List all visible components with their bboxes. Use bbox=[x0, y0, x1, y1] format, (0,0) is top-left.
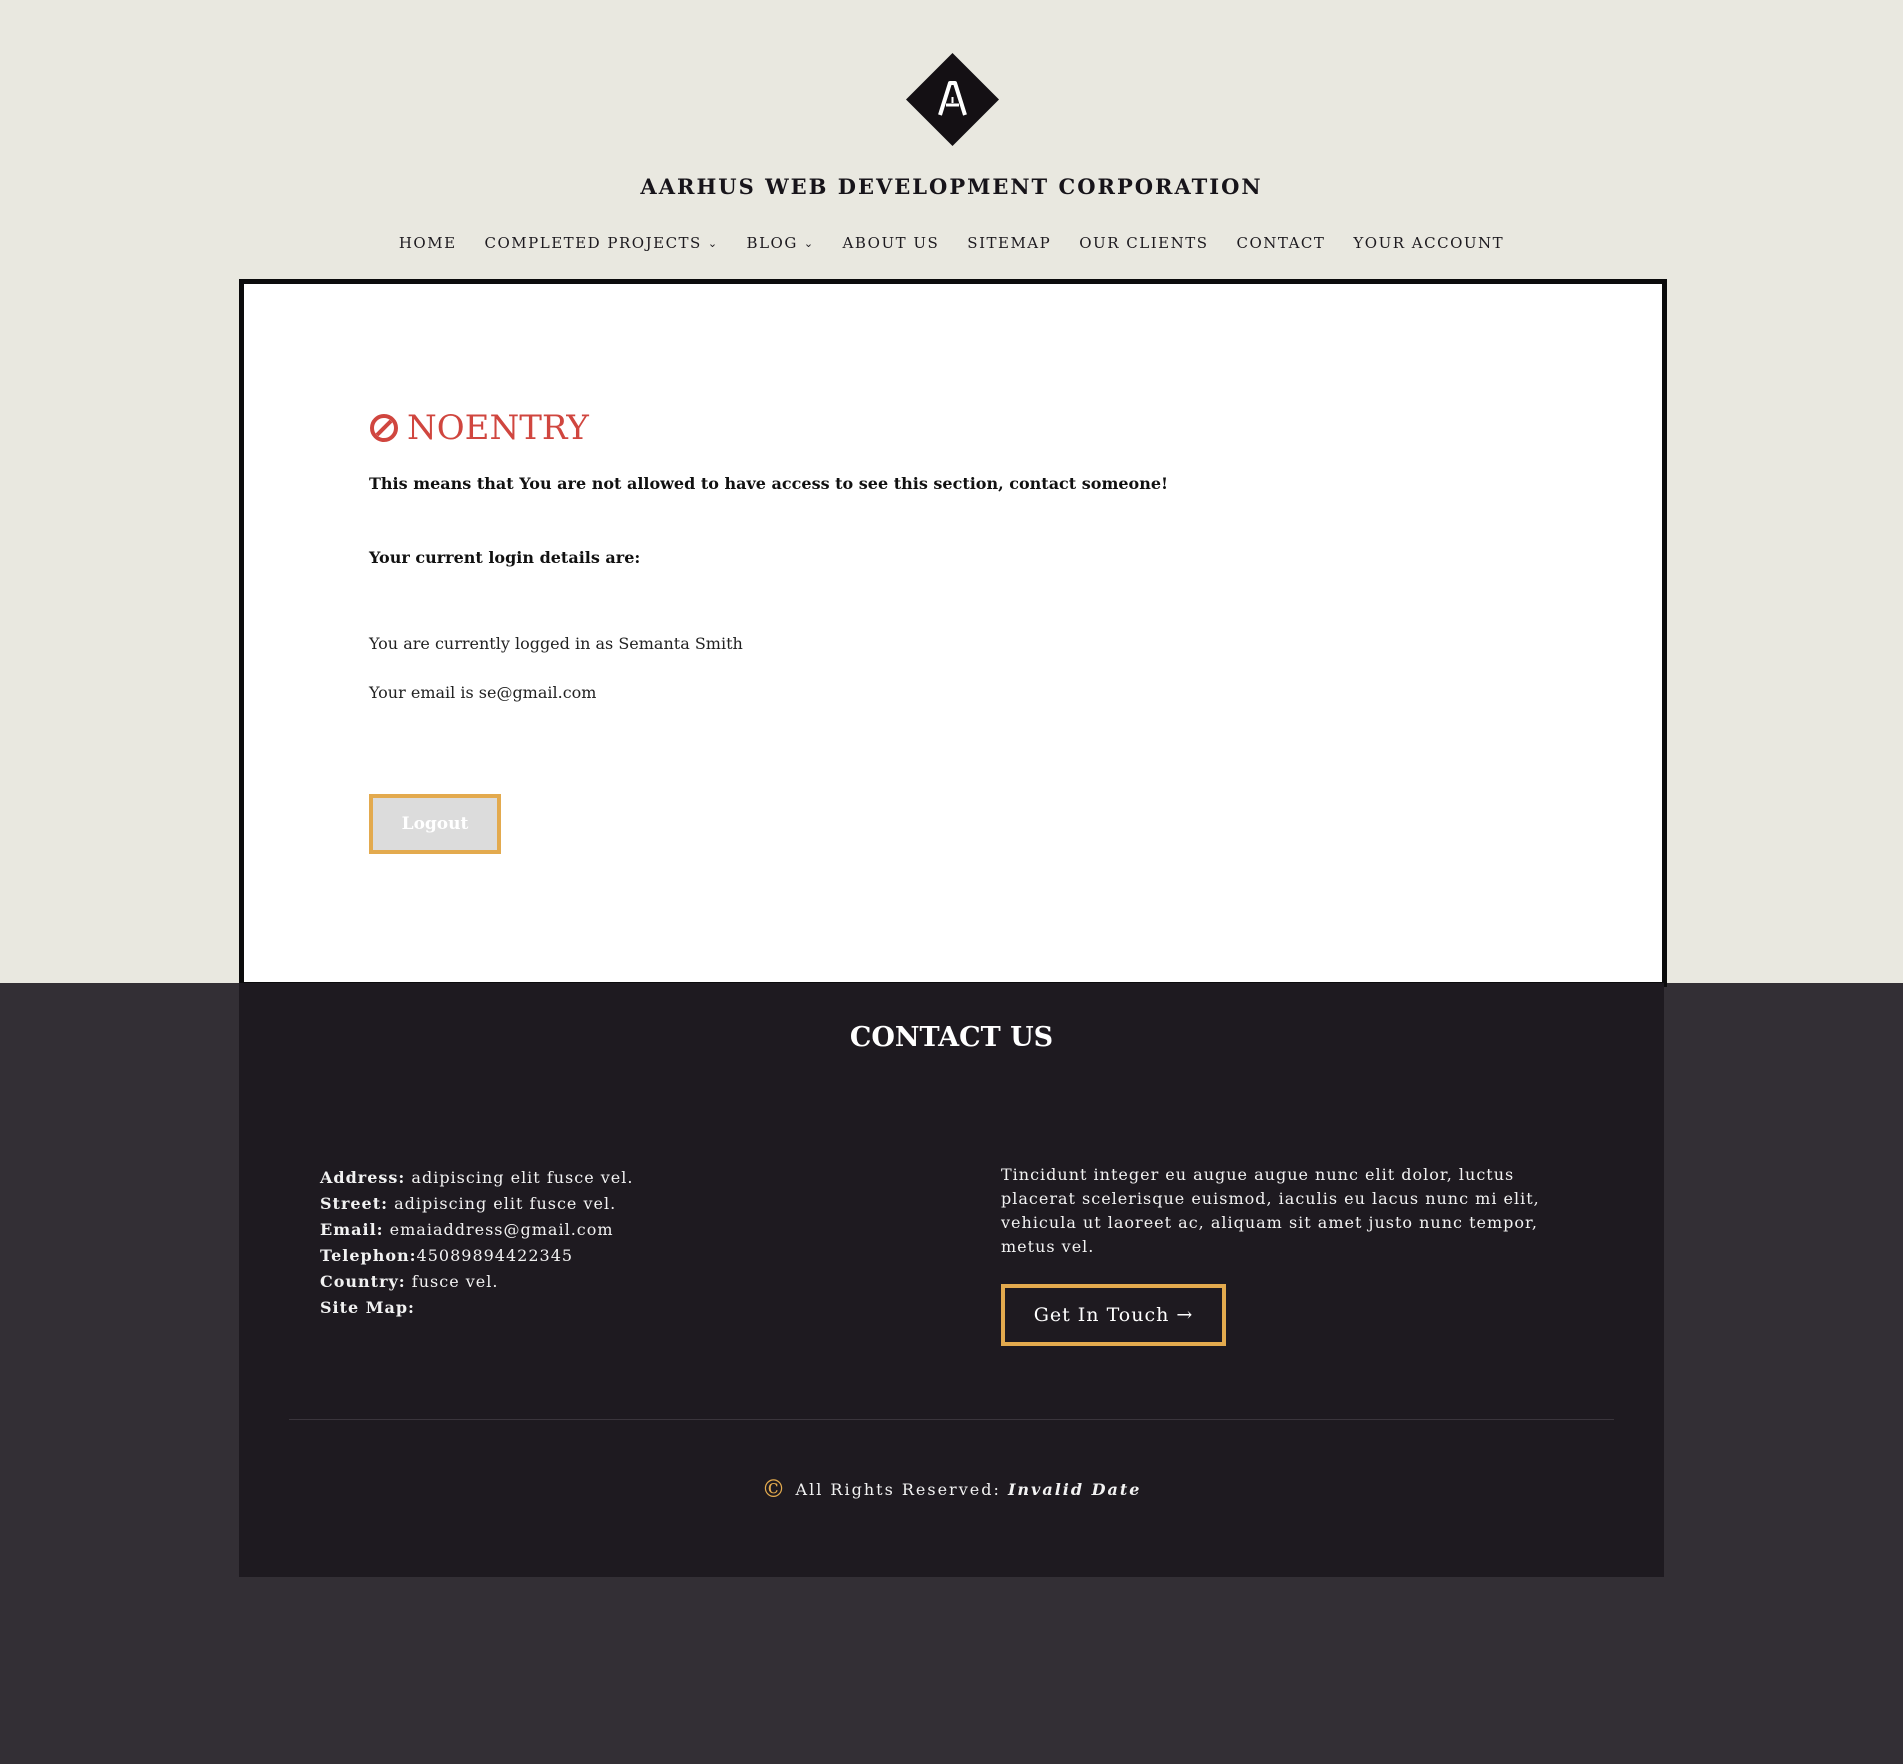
logout-button-label: Logout bbox=[401, 814, 469, 834]
logged-in-user-text: You are currently logged in as Semanta S… bbox=[369, 634, 743, 653]
nav-sitemap-label: SITEMAP bbox=[967, 234, 1052, 252]
logout-button[interactable]: Logout bbox=[369, 794, 501, 854]
access-denied-message: This means that You are not allowed to h… bbox=[369, 474, 1169, 493]
nav-blog-label: BLOG bbox=[746, 234, 798, 252]
chevron-down-icon: ⌄ bbox=[803, 237, 815, 250]
nav-blog[interactable]: BLOG ⌄ bbox=[733, 234, 829, 252]
sitemap-label: Site Map: bbox=[320, 1298, 415, 1317]
rights-text: All Rights Reserved: bbox=[795, 1480, 1008, 1499]
nav-contact-label: CONTACT bbox=[1236, 234, 1326, 252]
nav-about-us-label: ABOUT US bbox=[842, 234, 940, 252]
telephone-label: Telephon: bbox=[320, 1246, 417, 1265]
get-in-touch-button[interactable]: Get In Touch → bbox=[1001, 1284, 1226, 1346]
nav-home[interactable]: HOME bbox=[385, 234, 471, 252]
no-entry-icon bbox=[370, 414, 398, 442]
footer-title: CONTACT US bbox=[849, 1022, 1054, 1053]
footer-divider bbox=[289, 1419, 1614, 1420]
country-value: fusce vel. bbox=[405, 1272, 499, 1291]
nav-your-account-label: YOUR ACCOUNT bbox=[1353, 234, 1505, 252]
nav-your-account[interactable]: YOUR ACCOUNT bbox=[1339, 234, 1518, 252]
street-value: adipiscing elit fusce vel. bbox=[388, 1194, 617, 1213]
page-title: NOENTRY bbox=[369, 408, 589, 448]
nav-completed-projects[interactable]: COMPLETED PROJECTS ⌄ bbox=[471, 234, 733, 252]
country-label: Country: bbox=[320, 1272, 406, 1291]
copyright: © All Rights Reserved: Invalid Date bbox=[0, 1475, 1903, 1503]
user-email-text: Your email is se@gmail.com bbox=[369, 683, 597, 702]
footer-paragraph: Tincidunt integer eu augue augue nunc el… bbox=[1001, 1165, 1540, 1256]
nav-our-clients-label: OUR CLIENTS bbox=[1079, 234, 1209, 252]
nav-contact[interactable]: CONTACT bbox=[1222, 234, 1339, 252]
nav-sitemap[interactable]: SITEMAP bbox=[953, 234, 1065, 252]
telephone-value[interactable]: 45089894422345 bbox=[417, 1246, 574, 1265]
address-label: Address: bbox=[320, 1168, 406, 1187]
contact-sitemap[interactable]: Site Map: bbox=[320, 1295, 633, 1321]
login-details-label: Your current login details are: bbox=[369, 548, 641, 567]
contact-email: Email: emaiaddress@gmail.com bbox=[320, 1217, 633, 1243]
site-title: AARHUS WEB DEVELOPMENT CORPORATION bbox=[640, 174, 1263, 199]
main-nav: HOME COMPLETED PROJECTS ⌄ BLOG ⌄ ABOUT US … bbox=[0, 234, 1903, 252]
contact-telephone: Telephon:45089894422345 bbox=[320, 1243, 633, 1269]
address-value: adipiscing elit fusce vel. bbox=[405, 1168, 634, 1187]
email-label: Email: bbox=[320, 1220, 384, 1239]
nav-home-label: HOME bbox=[398, 234, 457, 252]
nav-our-clients[interactable]: OUR CLIENTS bbox=[1065, 234, 1222, 252]
chevron-down-icon: ⌄ bbox=[707, 237, 719, 250]
content-card bbox=[239, 279, 1667, 987]
logo-icon[interactable] bbox=[906, 53, 999, 146]
nav-about-us[interactable]: ABOUT US bbox=[829, 234, 954, 252]
contact-country: Country: fusce vel. bbox=[320, 1269, 633, 1295]
email-value[interactable]: emaiaddress@gmail.com bbox=[384, 1220, 614, 1239]
contact-street: Street: adipiscing elit fusce vel. bbox=[320, 1191, 633, 1217]
contact-address: Address: adipiscing elit fusce vel. bbox=[320, 1165, 633, 1191]
page-title-text: NOENTRY bbox=[407, 408, 589, 448]
street-label: Street: bbox=[320, 1194, 389, 1213]
nav-completed-projects-label: COMPLETED PROJECTS bbox=[484, 234, 702, 252]
copyright-date: Invalid Date bbox=[1007, 1480, 1142, 1499]
get-in-touch-label: Get In Touch → bbox=[1033, 1304, 1194, 1326]
contact-details: Address: adipiscing elit fusce vel. Stre… bbox=[320, 1165, 633, 1321]
copyright-icon: © bbox=[761, 1475, 788, 1503]
